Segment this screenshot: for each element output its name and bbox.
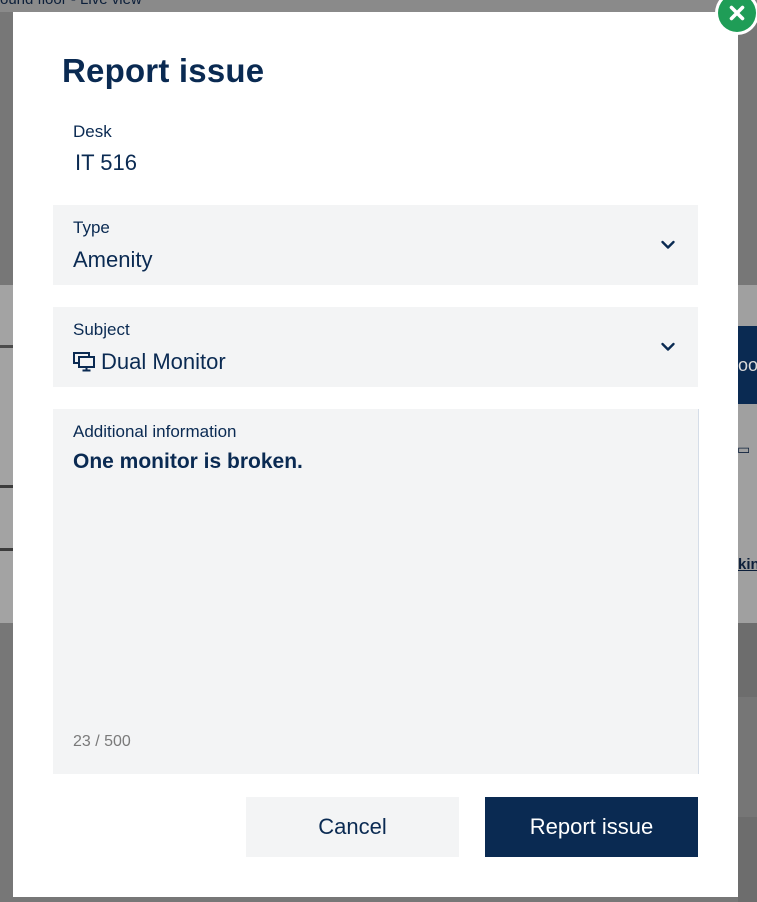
chevron-down-icon (661, 240, 675, 249)
type-label: Type (73, 218, 110, 237)
desk-label: Desk (73, 122, 112, 141)
dialog-title: Report issue (62, 52, 265, 89)
background-header: ound floor - Live view (0, 0, 757, 12)
background-lower-panel (738, 623, 757, 902)
desk-value: IT 516 (75, 150, 137, 175)
background-floorplan (0, 285, 14, 623)
additional-info-textarea[interactable]: Additional information One monitor is br… (53, 409, 699, 774)
report-issue-dialog: Report issue Desk IT 516 Type Amenity Su… (13, 12, 738, 897)
type-select[interactable]: Type Amenity (53, 205, 698, 285)
close-icon (729, 5, 745, 21)
subject-label: Subject (73, 320, 130, 339)
chevron-down-icon (661, 342, 675, 351)
background-monitor-icon: ▭ (737, 441, 751, 457)
additional-info-label: Additional information (73, 422, 237, 441)
report-issue-button[interactable]: Report issue (485, 797, 698, 857)
type-value: Amenity (73, 247, 153, 272)
subject-select[interactable]: Subject Dual Monitor (53, 307, 698, 387)
additional-info-value[interactable]: One monitor is broken. (73, 450, 303, 474)
subject-value: Dual Monitor (101, 349, 226, 374)
subject-value-row: Dual Monitor (73, 349, 226, 375)
dual-monitor-icon (73, 352, 95, 372)
background-panel-link: kin (738, 556, 757, 573)
background-page-title: ound floor - Live view (0, 0, 142, 8)
desk-field: Desk IT 516 (73, 122, 137, 176)
character-counter: 23 / 500 (73, 733, 131, 750)
cancel-button[interactable]: Cancel (246, 797, 459, 857)
type-value-row: Amenity (73, 247, 152, 273)
background-panel-button: oo (738, 326, 757, 404)
